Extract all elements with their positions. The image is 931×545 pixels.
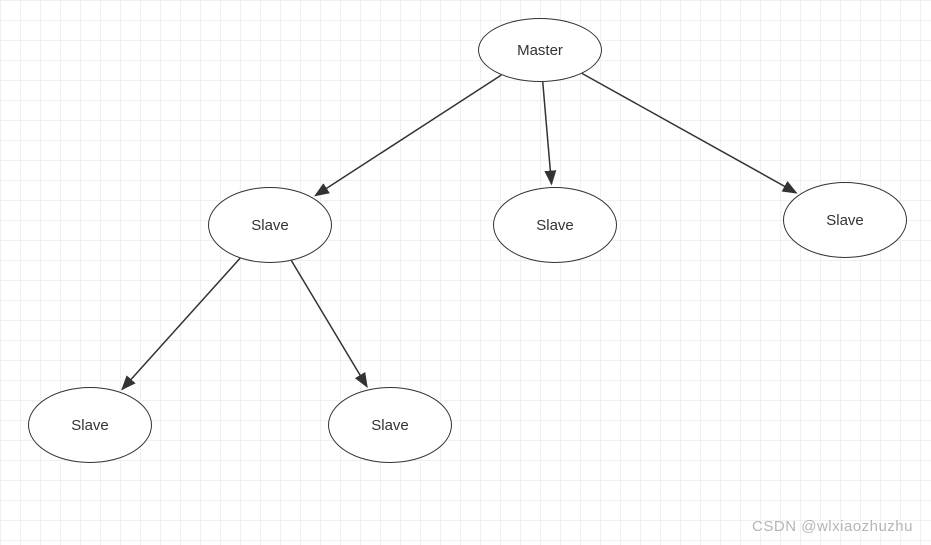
node-label: Slave xyxy=(536,217,574,234)
edge-master-slave1 xyxy=(315,75,501,196)
node-slave4: Slave xyxy=(28,387,152,463)
node-label: Slave xyxy=(251,217,289,234)
node-master: Master xyxy=(478,18,602,82)
node-label: Master xyxy=(517,42,563,59)
node-slave2: Slave xyxy=(493,187,617,263)
edge-master-slave3 xyxy=(582,73,796,192)
edge-slave1-slave5 xyxy=(291,261,367,387)
node-label: Slave xyxy=(826,212,864,229)
node-slave1: Slave xyxy=(208,187,332,263)
node-label: Slave xyxy=(371,417,409,434)
edges-layer xyxy=(0,0,931,545)
node-slave3: Slave xyxy=(783,182,907,258)
edge-slave1-slave4 xyxy=(122,258,240,389)
node-slave5: Slave xyxy=(328,387,452,463)
watermark: CSDN @wlxiaozhuzhu xyxy=(752,518,913,535)
edge-master-slave2 xyxy=(543,82,552,184)
node-label: Slave xyxy=(71,417,109,434)
